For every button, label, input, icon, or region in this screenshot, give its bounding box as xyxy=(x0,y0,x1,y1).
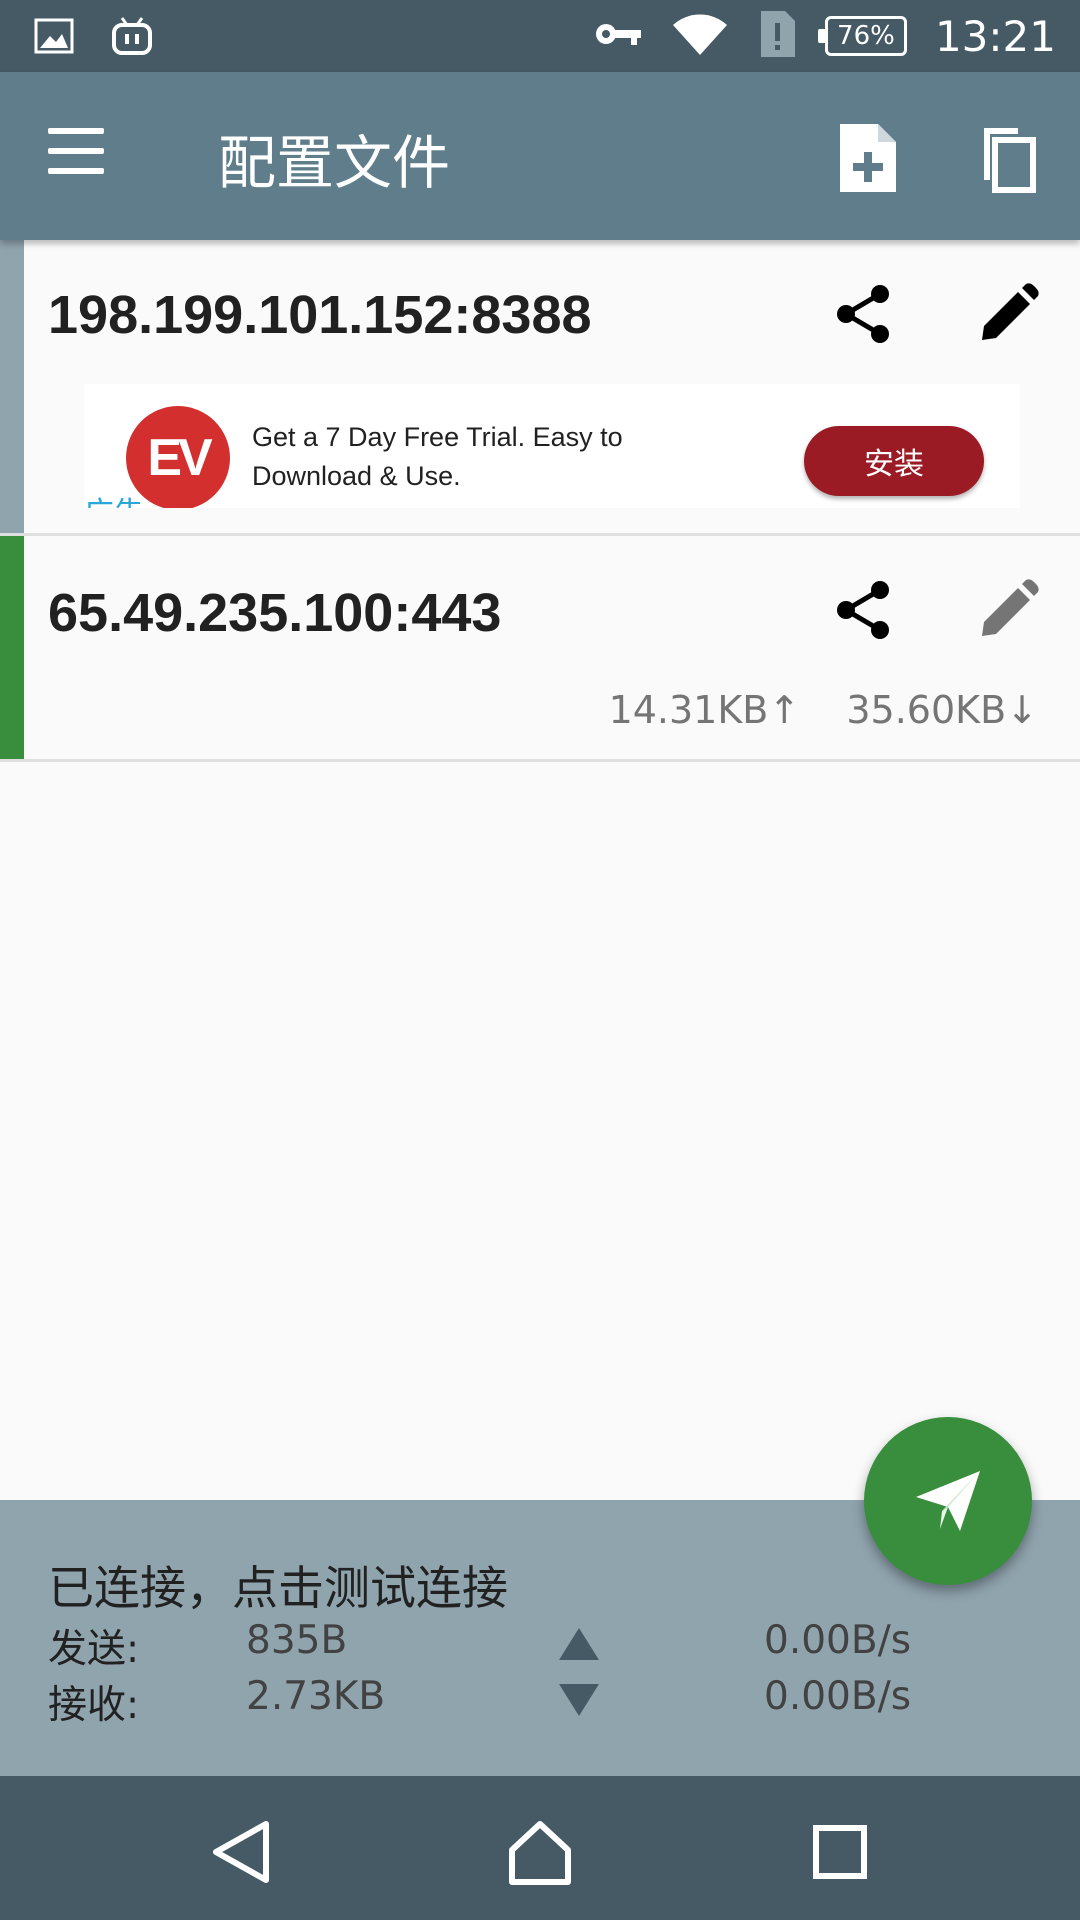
recents-icon[interactable] xyxy=(804,1816,876,1888)
battery-icon: 76% xyxy=(817,16,907,56)
copy-icon[interactable] xyxy=(974,122,1038,194)
share-icon[interactable] xyxy=(832,578,896,642)
install-button[interactable]: 安装 xyxy=(804,426,984,496)
connect-fab[interactable] xyxy=(864,1417,1032,1585)
profile-accent xyxy=(0,240,24,533)
edit-icon[interactable] xyxy=(976,282,1040,346)
app-bar: 配置文件 xyxy=(0,72,1080,240)
back-icon[interactable] xyxy=(206,1816,278,1888)
profile-card[interactable]: 198.199.101.152:8388 EV Get a 7 Day Free… xyxy=(0,240,1080,536)
share-icon[interactable] xyxy=(832,282,896,346)
send-icon xyxy=(916,1471,980,1531)
send-total: 835B xyxy=(246,1618,348,1663)
send-label: 发送: xyxy=(48,1627,140,1672)
add-file-icon[interactable] xyxy=(836,122,900,194)
navigation-bar xyxy=(0,1776,1080,1920)
down-arrow-icon xyxy=(557,1682,601,1728)
menu-icon[interactable] xyxy=(48,128,112,184)
traffic-stats: 14.31KB↑ 35.60KB↓ xyxy=(609,688,1038,732)
receive-row: 接收: 2.73KB 0.00B/s xyxy=(0,1674,1080,1730)
clock: 13:21 xyxy=(934,11,1056,61)
gallery-icon xyxy=(34,18,74,59)
receive-rate: 0.00B/s xyxy=(764,1674,912,1719)
send-row: 发送: 835B 0.00B/s xyxy=(0,1618,1080,1674)
profile-accent xyxy=(0,536,24,759)
ad-label: 广告 xyxy=(84,488,144,508)
page-title: 配置文件 xyxy=(218,129,451,197)
send-rate: 0.00B/s xyxy=(764,1618,912,1663)
bot-icon xyxy=(110,14,154,63)
vpn-key-icon xyxy=(593,19,643,54)
receive-label: 接收: xyxy=(48,1683,140,1728)
wifi-icon xyxy=(671,11,729,62)
status-bar: 76% 13:21 xyxy=(0,0,1080,72)
profile-card[interactable]: 65.49.235.100:443 14.31KB↑ 35.60KB↓ xyxy=(0,536,1080,762)
profile-name[interactable]: 65.49.235.100:443 xyxy=(48,582,501,644)
profile-list: 198.199.101.152:8388 EV Get a 7 Day Free… xyxy=(0,240,1080,762)
profile-name[interactable]: 198.199.101.152:8388 xyxy=(48,284,592,346)
connection-status[interactable]: 已连接，点击测试连接 xyxy=(48,1552,508,1618)
ad-banner[interactable]: EV Get a 7 Day Free Trial. Easy to Downl… xyxy=(84,384,1020,508)
receive-total: 2.73KB xyxy=(246,1674,386,1719)
ad-text[interactable]: Get a 7 Day Free Trial. Easy to Download… xyxy=(252,418,672,496)
up-arrow-icon xyxy=(557,1626,601,1672)
upload-traffic: 14.31KB↑ xyxy=(608,688,801,732)
download-traffic: 35.60KB↓ xyxy=(846,688,1038,732)
edit-icon[interactable] xyxy=(976,578,1040,642)
home-icon[interactable] xyxy=(504,1816,576,1888)
sim-alert-icon xyxy=(757,9,797,64)
